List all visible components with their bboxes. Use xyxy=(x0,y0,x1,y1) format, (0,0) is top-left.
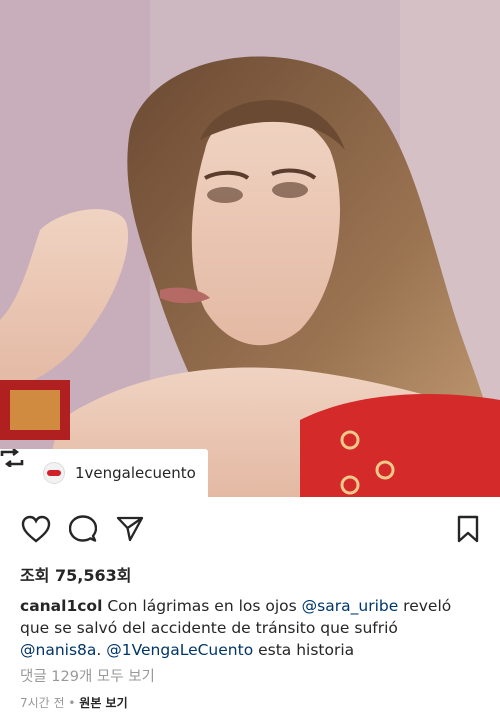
post-action-bar xyxy=(0,507,500,551)
post-caption: canal1col Con lágrimas en los ojos @sara… xyxy=(20,595,482,661)
heart-icon xyxy=(21,515,51,543)
post-timestamp-row: 7시간 전 • 원본 보기 xyxy=(20,694,128,711)
post-timestamp: 7시간 전 xyxy=(20,696,65,710)
regram-username[interactable]: 1vengalecuento xyxy=(75,464,196,482)
send-icon xyxy=(116,516,144,542)
bookmark-icon xyxy=(457,515,479,543)
view-count[interactable]: 조회 75,563회 xyxy=(20,562,131,586)
share-button[interactable] xyxy=(108,507,152,551)
regram-icon xyxy=(0,449,34,484)
mention-link[interactable]: @sara_uribe xyxy=(302,597,399,615)
regram-attribution[interactable]: 1vengalecuento xyxy=(0,449,208,497)
post-media-video[interactable]: 1vengalecuento xyxy=(0,0,500,497)
separator-dot: • xyxy=(64,696,80,710)
caption-text-4: esta historia xyxy=(253,641,355,659)
like-button[interactable] xyxy=(14,507,58,551)
regram-avatar xyxy=(43,462,65,484)
video-frame-illustration xyxy=(0,0,500,497)
comment-icon xyxy=(69,515,97,542)
caption-text-3: . xyxy=(96,641,107,659)
caption-text-1: Con lágrimas en los ojos xyxy=(107,597,302,615)
view-all-comments-link[interactable]: 댓글 129개 모두 보기 xyxy=(20,665,155,686)
mention-link[interactable]: @nanis8a xyxy=(20,641,96,659)
author-username[interactable]: canal1col xyxy=(20,597,102,615)
comment-button[interactable] xyxy=(61,507,105,551)
see-original-link[interactable]: 원본 보기 xyxy=(79,696,127,710)
mention-link[interactable]: @1VengaLeCuento xyxy=(106,641,253,659)
save-button[interactable] xyxy=(446,507,490,551)
